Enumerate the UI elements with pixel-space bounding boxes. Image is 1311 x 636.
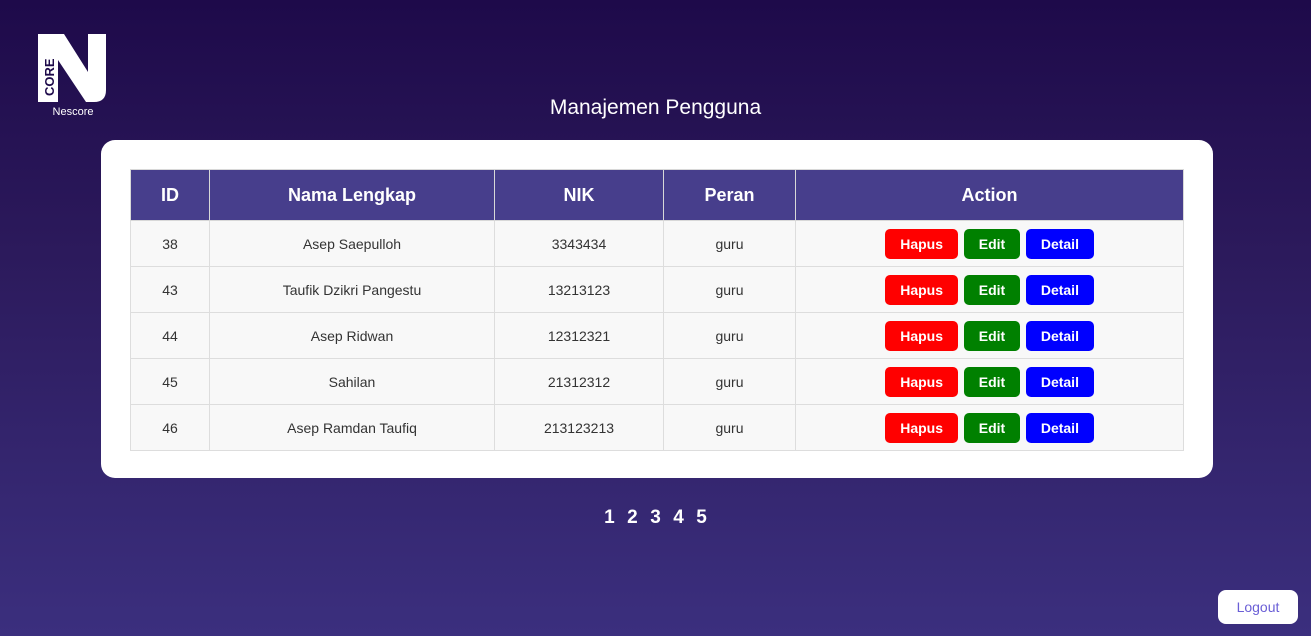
table-row: 38 Asep Saepulloh 3343434 guru Hapus Edi… xyxy=(130,220,1184,267)
cell-name: Taufik Dzikri Pangestu xyxy=(209,266,495,313)
table-row: 43 Taufik Dzikri Pangestu 13213123 guru … xyxy=(130,266,1184,313)
cell-actions: Hapus Edit Detail xyxy=(795,220,1184,267)
logo-mark-icon: CORE xyxy=(38,34,106,102)
page-link-1[interactable]: 1 xyxy=(604,507,615,528)
table-row: 45 Sahilan 21312312 guru Hapus Edit Deta… xyxy=(130,358,1184,405)
page-link-2[interactable]: 2 xyxy=(627,507,638,528)
delete-button[interactable]: Hapus xyxy=(885,412,959,443)
cell-nik: 3343434 xyxy=(494,220,664,267)
cell-role: guru xyxy=(663,266,796,313)
cell-actions: Hapus Edit Detail xyxy=(795,312,1184,359)
table-row: 46 Asep Ramdan Taufiq 213123213 guru Hap… xyxy=(130,404,1184,451)
cell-actions: Hapus Edit Detail xyxy=(795,266,1184,313)
cell-nik: 21312312 xyxy=(494,358,664,405)
detail-button[interactable]: Detail xyxy=(1025,274,1094,305)
logo-mark-text: CORE xyxy=(42,58,57,96)
cell-id: 38 xyxy=(130,220,210,267)
cell-role: guru xyxy=(663,312,796,359)
cell-actions: Hapus Edit Detail xyxy=(795,404,1184,451)
cell-role: guru xyxy=(663,404,796,451)
cell-nik: 13213123 xyxy=(494,266,664,313)
edit-button[interactable]: Edit xyxy=(964,412,1020,443)
cell-actions: Hapus Edit Detail xyxy=(795,358,1184,405)
page-link-5[interactable]: 5 xyxy=(696,507,707,528)
pagination: 1 2 3 4 5 xyxy=(0,507,1311,529)
users-card: ID Nama Lengkap NIK Peran Action 38 Asep… xyxy=(101,140,1213,478)
cell-id: 45 xyxy=(130,358,210,405)
delete-button[interactable]: Hapus xyxy=(885,366,959,397)
cell-nik: 12312321 xyxy=(494,312,664,359)
edit-button[interactable]: Edit xyxy=(964,228,1020,259)
header-full-name: Nama Lengkap xyxy=(209,169,495,221)
page-title: Manajemen Pengguna xyxy=(549,96,762,119)
detail-button[interactable]: Detail xyxy=(1025,228,1094,259)
cell-id: 43 xyxy=(130,266,210,313)
delete-button[interactable]: Hapus xyxy=(885,320,959,351)
table-header-row: ID Nama Lengkap NIK Peran Action xyxy=(130,169,1184,221)
cell-name: Asep Ramdan Taufiq xyxy=(209,404,495,451)
edit-button[interactable]: Edit xyxy=(964,320,1020,351)
edit-button[interactable]: Edit xyxy=(964,366,1020,397)
page-link-3[interactable]: 3 xyxy=(650,507,661,528)
cell-role: guru xyxy=(663,220,796,267)
delete-button[interactable]: Hapus xyxy=(885,274,959,305)
delete-button[interactable]: Hapus xyxy=(885,228,959,259)
detail-button[interactable]: Detail xyxy=(1025,412,1094,443)
cell-name: Asep Ridwan xyxy=(209,312,495,359)
header-action: Action xyxy=(795,169,1184,221)
cell-role: guru xyxy=(663,358,796,405)
detail-button[interactable]: Detail xyxy=(1025,366,1094,397)
page-link-4[interactable]: 4 xyxy=(673,507,684,528)
cell-name: Asep Saepulloh xyxy=(209,220,495,267)
logout-button[interactable]: Logout xyxy=(1218,590,1298,624)
edit-button[interactable]: Edit xyxy=(964,274,1020,305)
cell-id: 46 xyxy=(130,404,210,451)
users-table: ID Nama Lengkap NIK Peran Action 38 Asep… xyxy=(130,169,1184,451)
cell-id: 44 xyxy=(130,312,210,359)
header-nik: NIK xyxy=(494,169,664,221)
table-row: 44 Asep Ridwan 12312321 guru Hapus Edit … xyxy=(130,312,1184,359)
detail-button[interactable]: Detail xyxy=(1025,320,1094,351)
cell-nik: 213123213 xyxy=(494,404,664,451)
header-role: Peran xyxy=(663,169,796,221)
header-id: ID xyxy=(130,169,210,221)
cell-name: Sahilan xyxy=(209,358,495,405)
